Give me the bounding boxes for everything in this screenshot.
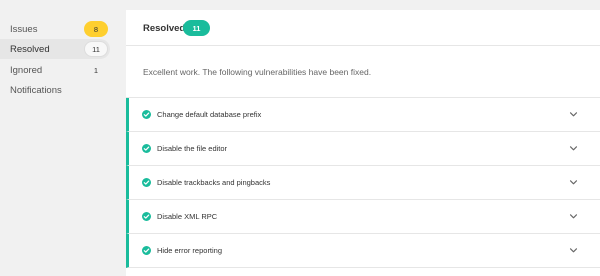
sidebar-item-notifications[interactable]: Notifications [0,80,110,100]
check-circle-icon [142,110,151,119]
check-circle-icon [142,246,151,255]
check-circle-icon [142,144,151,153]
issues-count-badge: 8 [84,21,108,37]
issue-label: Change default database prefix [157,110,262,119]
check-circle-icon [142,178,151,187]
issue-row[interactable]: Disable the file editor [126,132,600,166]
panel-header: Resolved 11 [126,10,600,46]
sidebar-item-label: Ignored [10,64,43,76]
sidebar-item-label: Notifications [10,84,62,96]
issue-row[interactable]: Disable trackbacks and pingbacks [126,166,600,200]
resolved-count-badge: 11 [84,41,108,57]
sidebar-item-label: Issues [10,23,38,35]
issue-label: Disable the file editor [157,144,228,153]
ignored-count-badge: 1 [93,65,99,75]
chevron-down-icon[interactable] [569,145,578,152]
sidebar: Issues 8 Resolved 11 Ignored 1 Notificat… [0,0,126,276]
issue-label: Hide error reporting [157,246,223,255]
sidebar-item-ignored[interactable]: Ignored 1 [0,60,110,80]
chevron-down-icon[interactable] [569,179,578,186]
status-message: Excellent work. The following vulnerabil… [143,67,372,77]
chevron-down-icon[interactable] [569,247,578,254]
chevron-down-icon[interactable] [569,111,578,118]
sidebar-item-issues[interactable]: Issues 8 [0,19,110,39]
issue-row[interactable]: Hide error reporting [126,234,600,268]
issue-list: Change default database prefix Disable t… [126,97,600,268]
issue-label: Disable XML RPC [157,212,218,221]
resolved-count-badge: 11 [183,20,210,36]
issue-label: Disable trackbacks and pingbacks [157,178,271,187]
issue-row[interactable]: Change default database prefix [126,98,600,132]
chevron-down-icon[interactable] [569,213,578,220]
issue-row[interactable]: Disable XML RPC [126,200,600,234]
page-title: Resolved [143,23,186,34]
sidebar-item-resolved[interactable]: Resolved 11 [0,39,110,59]
check-circle-icon [142,212,151,221]
main-panel: Resolved 11 Excellent work. The followin… [126,10,600,276]
sidebar-item-label: Resolved [10,43,50,55]
